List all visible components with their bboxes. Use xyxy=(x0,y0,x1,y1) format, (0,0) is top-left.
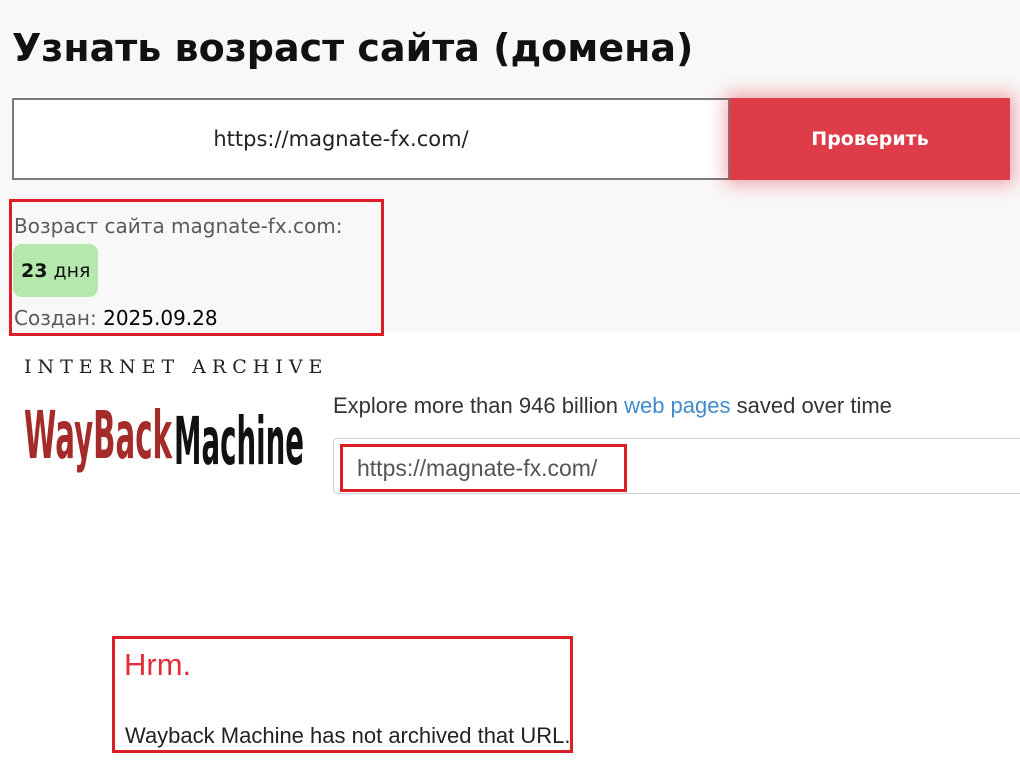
check-button[interactable]: Проверить xyxy=(730,98,1010,180)
created-date: 2025.09.28 xyxy=(103,306,218,330)
tagline-text: Explore more than 946 billion xyxy=(333,393,618,418)
web-pages-link[interactable]: web pages xyxy=(624,393,730,418)
not-archived-message-highlight: Hrm. Wayback Machine has not archived th… xyxy=(112,636,573,753)
wayback-search-value-highlight[interactable]: https://magnate-fx.com/ xyxy=(340,444,627,492)
wayback-tagline: Explore more than 946 billion web pages … xyxy=(333,393,892,419)
site-age-label: Возраст сайта magnate-fx.com: xyxy=(14,214,343,238)
hrm-heading: Hrm. xyxy=(124,647,192,682)
logo-wayback-text: WayBack xyxy=(24,397,173,474)
wayback-machine-logo[interactable]: WayBack Machine xyxy=(22,390,306,474)
not-archived-message: Wayback Machine has not archived that UR… xyxy=(125,723,571,748)
logo-machine-text: Machine xyxy=(174,403,304,474)
internet-archive-label: INTERNET ARCHIVE xyxy=(24,356,329,378)
url-input[interactable] xyxy=(12,98,730,180)
page-title: Узнать возраст сайта (домена) xyxy=(12,26,694,70)
age-unit: дня xyxy=(53,259,91,282)
domain-age-checker: Узнать возраст сайта (домена) Проверить … xyxy=(0,0,1020,336)
created-line: Создан: 2025.09.28 xyxy=(14,306,218,330)
age-result-highlight: Возраст сайта magnate-fx.com: 23 дня Соз… xyxy=(9,199,384,336)
age-badge: 23 дня xyxy=(13,244,99,297)
age-number: 23 xyxy=(21,259,48,282)
created-label: Создан: xyxy=(14,306,97,330)
tagline-text-end: saved over time xyxy=(736,393,892,418)
